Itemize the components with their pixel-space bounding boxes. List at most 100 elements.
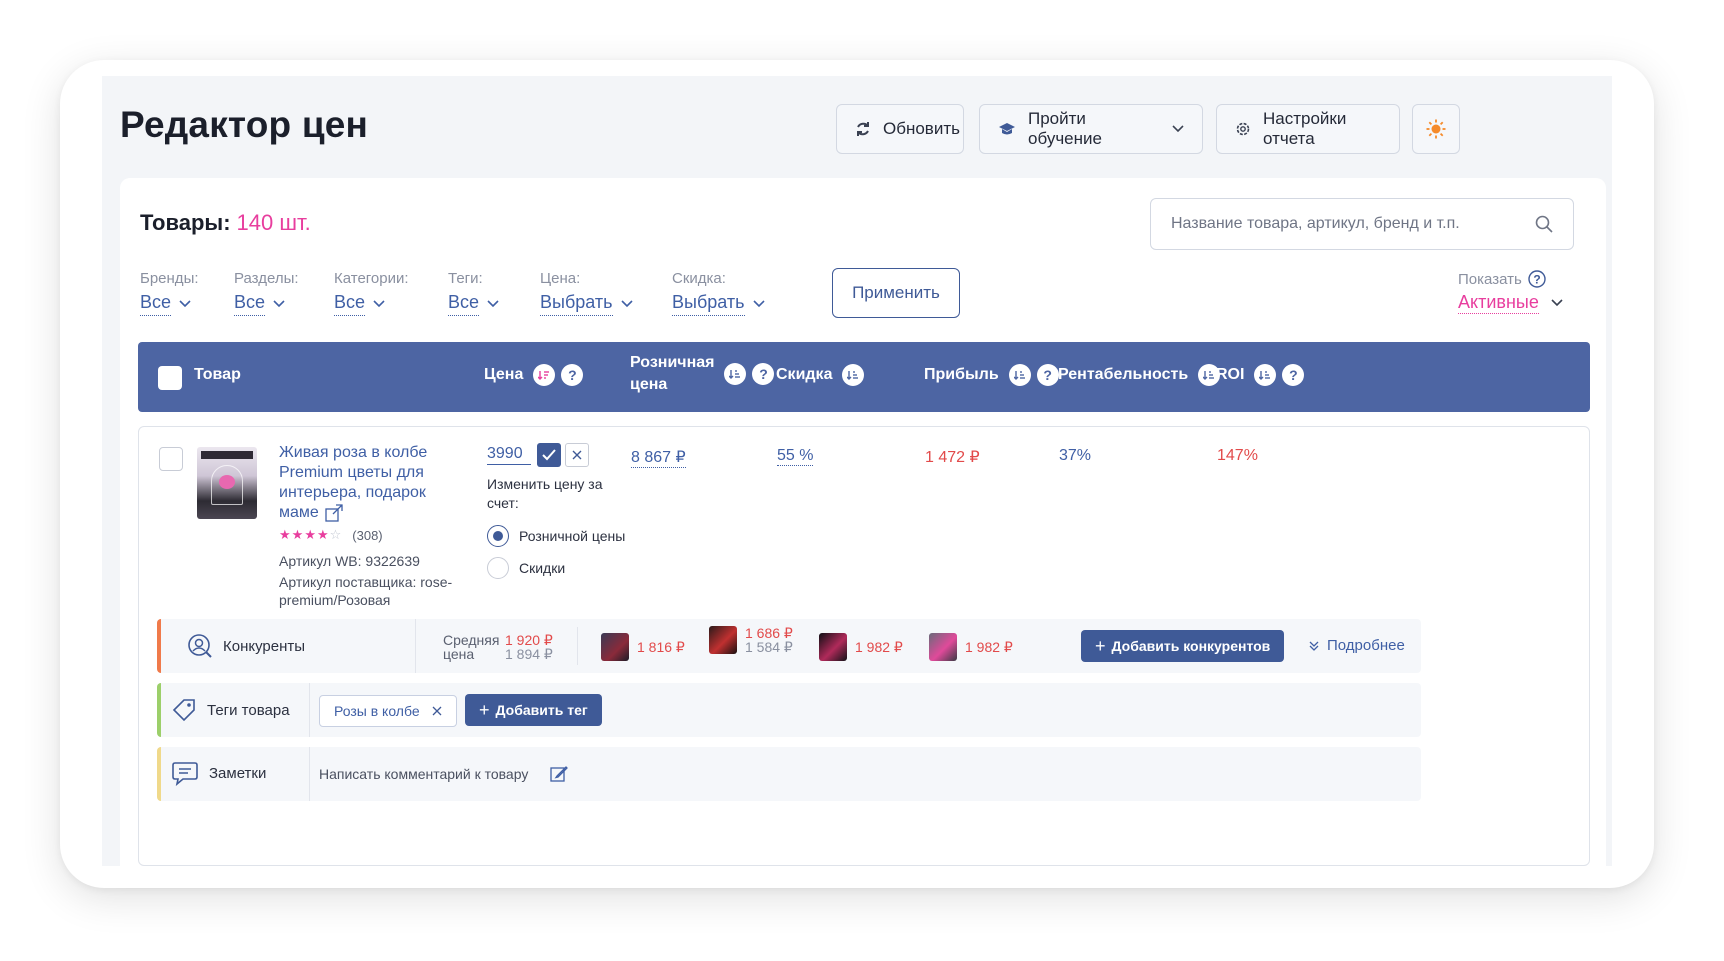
help-icon[interactable]: ? xyxy=(1282,364,1305,386)
refresh-icon xyxy=(857,122,869,136)
average-price-current: 1 920 ₽ xyxy=(505,632,553,648)
column-product: Товар xyxy=(194,366,241,384)
report-settings-button[interactable]: Настройки отчета xyxy=(1216,104,1400,154)
chevron-down-icon xyxy=(487,300,499,308)
help-icon[interactable]: ? xyxy=(752,363,775,385)
star-icon: ★ xyxy=(304,527,316,542)
cancel-price-button[interactable] xyxy=(565,443,589,467)
retail-price-value[interactable]: 8 867 ₽ xyxy=(631,449,686,468)
product-name-link[interactable]: Живая роза в колбе Premium цветы для инт… xyxy=(279,444,427,521)
notes-title: Заметки xyxy=(171,760,266,786)
sort-retail-icon[interactable] xyxy=(724,363,747,385)
more-details-label: Подробнее xyxy=(1327,637,1405,654)
theme-toggle-button[interactable] xyxy=(1412,104,1460,154)
roi-value: 147% xyxy=(1217,447,1258,464)
external-link-icon[interactable] xyxy=(325,504,343,522)
article-supplier: Артикул поставщика: rose-premium/Розовая xyxy=(279,574,453,608)
profit-value: 1 472 ₽ xyxy=(925,449,980,466)
column-profitability-label: Рентабельность xyxy=(1058,366,1189,383)
competitor-item[interactable]: 1 686 ₽ 1 584 ₽ xyxy=(709,626,793,654)
add-tag-label: Добавить тег xyxy=(495,702,588,718)
competitors-section: Конкуренты Средняя цена 1 920 ₽ 1 894 ₽ … xyxy=(157,619,1421,673)
filter-sections-value: Все xyxy=(234,292,266,316)
radio-discount[interactable]: Скидки xyxy=(487,557,565,579)
close-icon xyxy=(572,450,582,460)
rating: ★ ★ ★ ★ ☆ (308) xyxy=(279,527,383,543)
help-icon[interactable]: ? xyxy=(1036,364,1059,386)
add-tag-button[interactable]: + Добавить тег xyxy=(465,694,602,726)
select-all-checkbox[interactable] xyxy=(158,366,182,390)
training-dropdown[interactable]: Пройти обучение xyxy=(979,104,1203,154)
edit-icon[interactable] xyxy=(550,765,569,783)
column-profit: Прибыль ? xyxy=(924,364,1059,386)
radio-discount-circle[interactable] xyxy=(487,557,509,579)
price-input[interactable] xyxy=(487,445,531,465)
radio-retail-circle[interactable] xyxy=(487,525,509,547)
note-field[interactable]: Написать комментарий к товару xyxy=(319,765,569,783)
search-icon[interactable] xyxy=(1535,215,1553,233)
help-icon[interactable]: ? xyxy=(561,364,584,386)
price-editor-app: Редактор цен Обновить Пройти обучение На… xyxy=(102,76,1612,878)
column-product-label: Товар xyxy=(194,366,241,383)
filter-discount[interactable]: Скидка: Выбрать xyxy=(672,270,765,316)
product-name[interactable]: Живая роза в колбе Premium цветы для инт… xyxy=(279,443,463,523)
graduation-cap-icon xyxy=(999,123,1015,135)
search-box xyxy=(1150,198,1574,250)
notes-label: Заметки xyxy=(209,764,267,782)
product-image[interactable] xyxy=(197,447,257,519)
competitor-item[interactable]: 1 982 ₽ xyxy=(819,633,903,661)
sort-discount-icon[interactable] xyxy=(842,364,865,386)
competitor-image[interactable] xyxy=(929,633,957,661)
sort-price-icon[interactable] xyxy=(533,364,556,386)
column-retail-label-1: Розничная xyxy=(630,354,715,371)
add-competitors-label: Добавить конкурентов xyxy=(1111,638,1271,654)
column-retail-label-2: цена xyxy=(630,376,668,393)
competitor-item[interactable]: 1 982 ₽ xyxy=(929,633,1013,661)
competitor-image[interactable] xyxy=(601,633,629,661)
more-details-link[interactable]: Подробнее xyxy=(1309,637,1405,654)
competitor-image[interactable] xyxy=(819,633,847,661)
tags-title: Теги товара xyxy=(171,697,290,723)
plus-icon: + xyxy=(1095,635,1106,656)
filter-discount-label: Скидка: xyxy=(672,270,726,287)
sort-roi-icon[interactable] xyxy=(1254,364,1277,386)
filter-brands[interactable]: Бренды: Все xyxy=(140,270,199,316)
add-competitors-button[interactable]: + Добавить конкурентов xyxy=(1081,630,1285,662)
column-discount-label: Скидка xyxy=(776,366,833,383)
products-count: Товары: 140 шт. xyxy=(140,210,311,236)
products-count-value: 140 шт. xyxy=(236,210,311,235)
chevron-down-icon xyxy=(1551,299,1563,307)
chevron-down-icon xyxy=(373,300,385,308)
discount-value[interactable]: 55 % xyxy=(777,447,814,466)
refresh-button[interactable]: Обновить xyxy=(836,104,964,154)
apply-button[interactable]: Применить xyxy=(832,268,960,318)
competitor-price: 1 982 ₽ xyxy=(965,638,1013,655)
table-row: Живая роза в колбе Premium цветы для инт… xyxy=(138,426,1590,866)
radio-retail[interactable]: Розничной цены xyxy=(487,525,625,547)
filter-price[interactable]: Цена: Выбрать xyxy=(540,270,633,316)
products-count-label: Товары: xyxy=(140,210,231,235)
confirm-price-button[interactable] xyxy=(537,443,561,467)
search-input[interactable] xyxy=(1171,215,1531,233)
close-icon[interactable] xyxy=(432,706,442,716)
row-checkbox[interactable] xyxy=(159,447,183,471)
filter-tags[interactable]: Теги: Все xyxy=(448,270,499,316)
help-icon[interactable]: ? xyxy=(1528,270,1546,288)
show-filter[interactable]: Показать ? Активные xyxy=(1458,270,1563,314)
tags-section: Теги товара Розы в колбе + Добавить тег xyxy=(157,683,1421,737)
filter-sections[interactable]: Разделы: Все xyxy=(234,270,299,316)
competitor-item[interactable]: 1 816 ₽ xyxy=(601,633,685,661)
filter-categories[interactable]: Категории: Все xyxy=(334,270,409,316)
chevrons-down-icon xyxy=(1309,641,1319,651)
table-header: Товар Цена ? Розничная цена ? Скидка При… xyxy=(138,342,1590,412)
sun-icon xyxy=(1426,119,1446,139)
competitor-image[interactable] xyxy=(709,626,737,654)
filter-brands-value: Все xyxy=(140,292,172,316)
competitors-label: Конкуренты xyxy=(223,637,306,655)
filter-price-value: Выбрать xyxy=(540,292,613,316)
user-search-icon xyxy=(188,634,212,658)
sort-profit-icon[interactable] xyxy=(1008,364,1031,386)
star-icon: ★ xyxy=(291,527,304,542)
show-label: Показать xyxy=(1458,270,1522,288)
note-placeholder[interactable]: Написать комментарий к товару xyxy=(319,766,528,782)
